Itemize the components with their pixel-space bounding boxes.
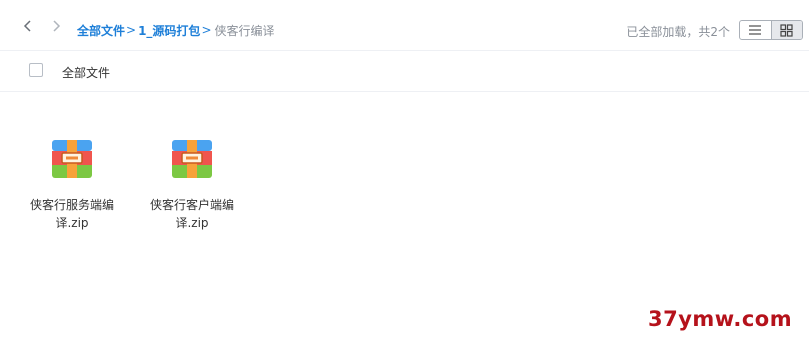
file-item[interactable]: 侠客行服务端编 译.zip bbox=[22, 136, 122, 236]
file-name-line: 译.zip bbox=[55, 216, 89, 230]
select-all-checkbox[interactable] bbox=[29, 63, 43, 77]
chevron-right-icon bbox=[53, 20, 61, 32]
list-view-button[interactable] bbox=[740, 21, 771, 39]
zip-archive-icon bbox=[52, 140, 92, 178]
chevron-left-icon bbox=[23, 20, 31, 32]
file-name-line: 侠客行服务端编 bbox=[29, 198, 114, 212]
back-button[interactable] bbox=[21, 19, 35, 33]
file-list-title: 全部文件 bbox=[62, 66, 111, 80]
file-name-line: 侠客行客户端编 bbox=[149, 198, 234, 212]
breadcrumb-item-source-package[interactable]: 1_源码打包 bbox=[138, 22, 200, 39]
breadcrumb-item-all-files[interactable]: 全部文件 bbox=[77, 22, 125, 39]
watermark-text: 37ymw.com bbox=[648, 307, 793, 331]
breadcrumb-separator: > bbox=[201, 23, 212, 37]
file-item[interactable]: 侠客行客户端编 译.zip bbox=[142, 136, 242, 236]
breadcrumb-current: 侠客行编译 bbox=[214, 23, 275, 38]
toolbar: 全部文件 > 1_源码打包 > 侠客行编译 已全部加载，共2个 bbox=[0, 0, 809, 51]
load-status-text: 已全部加载，共2个 bbox=[626, 25, 730, 39]
list-icon bbox=[749, 25, 762, 35]
forward-button[interactable] bbox=[49, 19, 63, 33]
grid-icon bbox=[780, 23, 794, 37]
breadcrumb: 全部文件 > 1_源码打包 > 侠客行编译 bbox=[77, 22, 275, 38]
zip-archive-icon bbox=[172, 140, 212, 178]
file-name-line: 译.zip bbox=[175, 216, 209, 230]
view-toggle bbox=[739, 20, 803, 40]
file-list-header: 全部文件 bbox=[0, 52, 809, 92]
breadcrumb-separator: > bbox=[126, 23, 137, 37]
grid-view-button[interactable] bbox=[770, 21, 802, 39]
